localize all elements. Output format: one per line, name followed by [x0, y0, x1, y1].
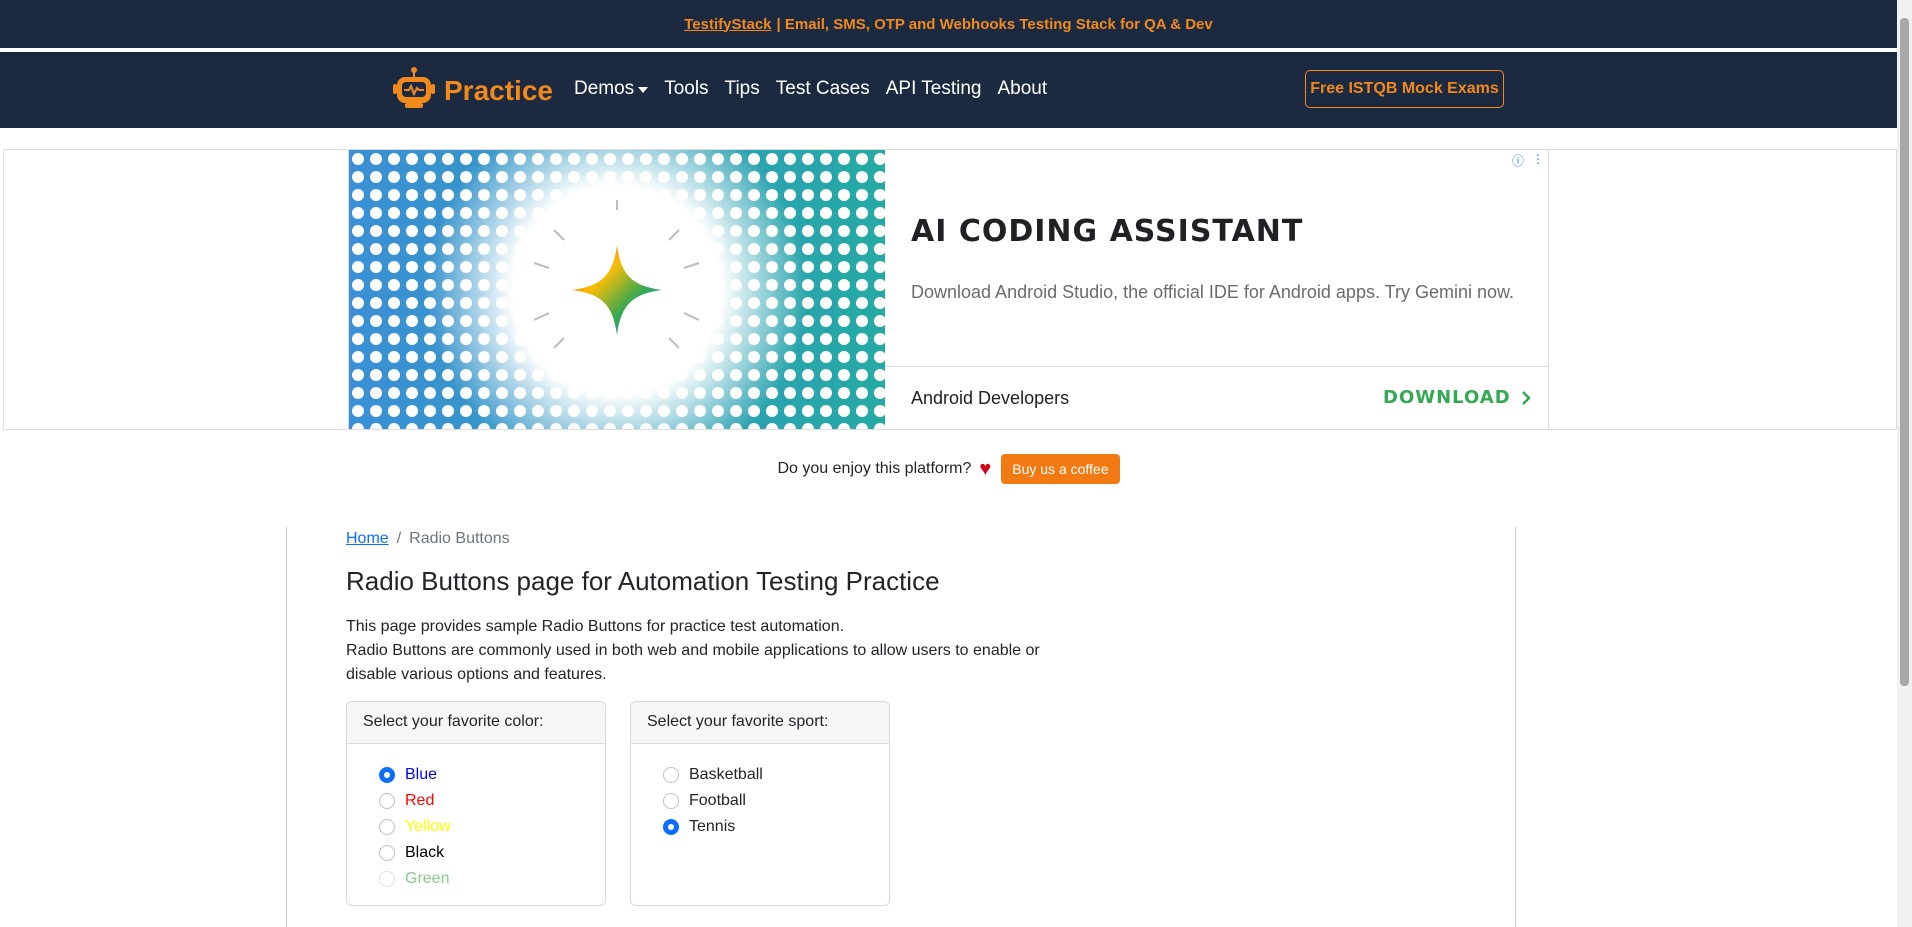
color-radio-red[interactable]: [379, 793, 395, 809]
nav-tools[interactable]: Tools: [664, 78, 708, 100]
ad-info-icon[interactable]: ⓘ: [1512, 152, 1524, 169]
main-navbar: Practice Demos Tools Tips Test Cases API…: [0, 52, 1897, 128]
sport-radio-football[interactable]: [663, 793, 679, 809]
color-label-yellow: Yellow: [405, 818, 451, 835]
sport-label-football: Football: [689, 792, 746, 809]
heart-icon: ♥: [979, 458, 992, 480]
color-label-green: Green: [405, 870, 450, 887]
sport-radio-basketball[interactable]: [663, 767, 679, 783]
page-title: Radio Buttons page for Automation Testin…: [346, 566, 940, 596]
scrollbar-thumb[interactable]: [1900, 18, 1909, 686]
ad-download-button[interactable]: DOWNLOAD: [1383, 387, 1531, 408]
nav-tips[interactable]: Tips: [725, 78, 760, 100]
ad-gemini-image: [349, 150, 885, 429]
content-border-right: [1515, 527, 1516, 927]
ad-download-label: DOWNLOAD: [1383, 387, 1511, 408]
breadcrumb-current: Radio Buttons: [409, 530, 510, 547]
nav-demos-dropdown[interactable]: Demos: [574, 78, 649, 100]
nav-about[interactable]: About: [998, 78, 1048, 100]
sport-card-header: Select your favorite sport:: [631, 702, 889, 744]
nav-api-testing[interactable]: API Testing: [886, 78, 982, 100]
caret-down-icon: [638, 87, 649, 93]
brand-name: Practice: [444, 74, 553, 106]
nav-demos-label: Demos: [574, 78, 635, 99]
page-scrollbar[interactable]: [1897, 0, 1912, 927]
intro-line-1: This page provides sample Radio Buttons …: [346, 618, 845, 635]
sport-options: Basketball Football Tennis: [631, 744, 889, 858]
color-card-header: Select your favorite color:: [347, 702, 605, 744]
color-radio-yellow[interactable]: [379, 819, 395, 835]
breadcrumb-separator: /: [396, 530, 402, 547]
intro-line-2: Radio Buttons are commonly used in both …: [346, 642, 1040, 683]
ad-title: AI CODING ASSISTANT: [911, 214, 1304, 249]
color-option-blue[interactable]: Blue: [379, 762, 573, 788]
color-label-blue: Blue: [405, 766, 438, 783]
istqb-mock-exams-button[interactable]: Free ISTQB Mock Exams: [1305, 70, 1504, 108]
announcement-text: | Email, SMS, OTP and Webhooks Testing S…: [776, 15, 1213, 33]
color-label-red: Red: [405, 792, 435, 809]
color-option-green: Green: [379, 866, 573, 892]
advertisement[interactable]: AI CODING ASSISTANT Download Android Stu…: [348, 149, 1549, 430]
color-radio-blue[interactable]: [379, 767, 395, 783]
robot-logo-icon: [392, 66, 436, 115]
buy-coffee-button[interactable]: Buy us a coffee: [1001, 454, 1120, 484]
announcement-bar: TestifyStack | Email, SMS, OTP and Webho…: [0, 0, 1897, 50]
ad-menu-icon[interactable]: ⋮: [1532, 152, 1544, 169]
sport-option-tennis[interactable]: Tennis: [663, 814, 857, 840]
color-radio-black[interactable]: [379, 845, 395, 861]
color-option-black[interactable]: Black: [379, 840, 573, 866]
color-option-red[interactable]: Red: [379, 788, 573, 814]
ad-description: Download Android Studio, the official ID…: [911, 282, 1514, 302]
sport-option-basketball[interactable]: Basketball: [663, 762, 857, 788]
coffee-question: Do you enjoy this platform?: [777, 460, 972, 477]
ad-divider: [885, 366, 1548, 367]
color-label-black: Black: [405, 844, 445, 861]
color-options: Blue Red Yellow Black Green: [347, 744, 605, 905]
nav-links: Demos Tools Tips Test Cases API Testing …: [574, 78, 1047, 100]
sport-label-basketball: Basketball: [689, 766, 763, 783]
sport-radio-card: Select your favorite sport: Basketball Fo…: [630, 701, 890, 906]
sport-radio-tennis[interactable]: [663, 819, 679, 835]
chevron-right-icon: [1521, 390, 1531, 405]
coffee-prompt: Do you enjoy this platform? ♥ Buy us a c…: [0, 454, 1897, 484]
intro-text: This page provides sample Radio Buttons …: [346, 615, 1066, 687]
content-border-left: [286, 527, 287, 927]
sport-option-football[interactable]: Football: [663, 788, 857, 814]
breadcrumb-home-link[interactable]: Home: [346, 530, 389, 548]
breadcrumb: Home / Radio Buttons: [346, 530, 510, 548]
nav-test-cases[interactable]: Test Cases: [776, 78, 870, 100]
color-radio-green: [379, 871, 395, 887]
color-option-yellow[interactable]: Yellow: [379, 814, 573, 840]
sport-label-tennis: Tennis: [689, 818, 736, 835]
testifystack-link[interactable]: TestifyStack: [684, 16, 771, 33]
ad-info-controls: ⓘ ⋮: [1512, 152, 1544, 169]
brand-logo-link[interactable]: Practice: [392, 66, 553, 115]
ad-advertiser: Android Developers: [911, 388, 1070, 408]
color-radio-card: Select your favorite color: Blue Red Yello…: [346, 701, 606, 906]
